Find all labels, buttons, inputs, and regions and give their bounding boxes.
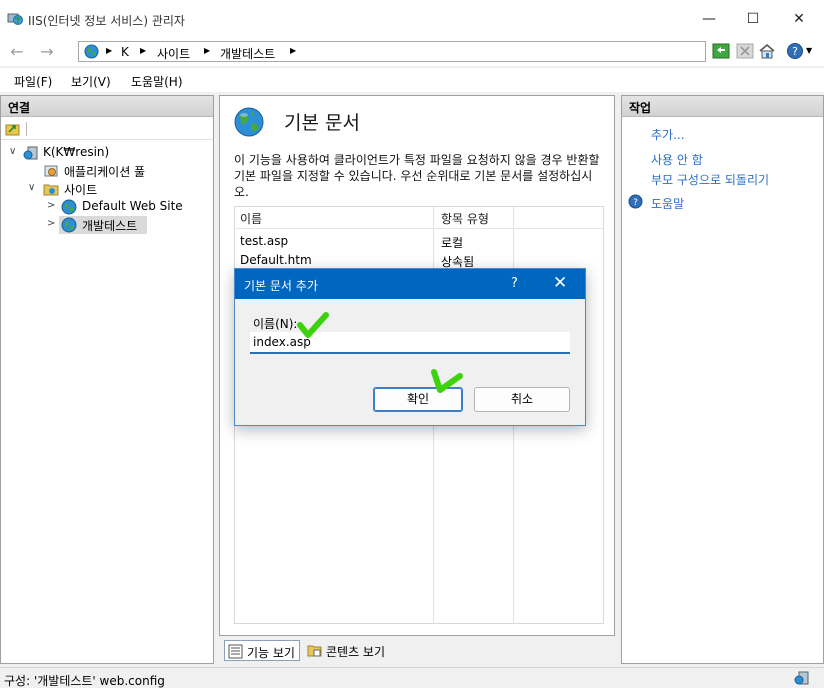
window-title: IIS(인터넷 정보 서비스) 관리자 <box>28 14 185 28</box>
dialog-help-button[interactable]: ? <box>511 276 518 291</box>
collapse-icon[interactable]: ∨ <box>28 182 38 193</box>
tab-features-view[interactable]: 기능 보기 <box>224 640 300 661</box>
tab-content-view[interactable]: 콘텐츠 보기 <box>304 640 389 661</box>
header-divider <box>235 228 603 229</box>
tab-label: 기능 보기 <box>247 646 295 660</box>
back-button[interactable]: ← <box>4 42 30 62</box>
minimize-button[interactable]: — <box>698 8 720 30</box>
breadcrumb-separator: ▶ <box>204 46 211 55</box>
tree-label-sites: 사이트 <box>64 183 98 197</box>
check-mark-icon <box>297 312 329 338</box>
dialog-titlebar: 기본 문서 추가 ? ✕ <box>235 269 585 299</box>
sites-folder-icon <box>43 184 59 196</box>
menu-help[interactable]: 도움말(H) <box>131 73 183 90</box>
action-revert-to-parent[interactable]: 부모 구성으로 되돌리기 <box>651 171 769 188</box>
action-help[interactable]: 도움말 <box>651 195 684 212</box>
column-header-entry-type[interactable]: 항목 유형 <box>441 210 489 227</box>
svg-text:?: ? <box>792 45 798 58</box>
connections-header: 연결 <box>1 96 213 117</box>
breadcrumb-separator: ▶ <box>106 46 113 55</box>
features-view-icon <box>228 644 243 659</box>
globe-icon <box>61 199 77 215</box>
view-tabs: 기능 보기 콘텐츠 보기 <box>222 640 522 662</box>
tree-node-server[interactable]: ∨ K(K₩resin) <box>1 144 213 162</box>
svg-text:?: ? <box>633 198 638 208</box>
connect-icon[interactable] <box>5 122 21 136</box>
tree-node-devtest[interactable]: > 개발테스트 <box>1 216 213 234</box>
tree-label-devtest: 개발테스트 <box>82 219 138 233</box>
action-disable[interactable]: 사용 안 함 <box>651 151 703 168</box>
close-button[interactable]: ✕ <box>788 8 810 30</box>
tree-node-app-pools[interactable]: 애플리케이션 풀 <box>1 162 213 180</box>
breadcrumb-separator: ▶ <box>290 46 297 55</box>
cancel-button[interactable]: 취소 <box>474 387 570 412</box>
server-icon <box>23 146 38 160</box>
breadcrumb-k[interactable]: K <box>121 45 129 59</box>
status-text: 구성: '개발테스트' web.config <box>4 674 165 688</box>
help-dropdown-icon[interactable]: ▼ <box>806 46 812 55</box>
app-pool-icon <box>44 165 58 177</box>
address-bar[interactable]: ▶ K ▶ 사이트 ▶ 개발테스트 ▶ <box>78 41 706 62</box>
refresh-icon[interactable] <box>712 42 730 60</box>
tree-node-default-web-site[interactable]: > Default Web Site <box>1 198 213 216</box>
collapse-icon[interactable]: ∨ <box>9 146 19 157</box>
expand-icon[interactable]: > <box>47 218 57 229</box>
feature-description: 이 기능을 사용하여 클라이언트가 특정 파일을 요청하지 않을 경우 반환할 … <box>234 153 600 199</box>
breadcrumb-sites[interactable]: 사이트 <box>157 45 190 62</box>
globe-icon <box>61 217 77 233</box>
help-icon[interactable]: ? <box>786 42 804 60</box>
check-mark-icon <box>431 369 463 393</box>
tab-label: 콘텐츠 보기 <box>326 645 386 659</box>
dialog-close-button[interactable]: ✕ <box>553 273 567 293</box>
menu-file[interactable]: 파일(F) <box>14 73 52 90</box>
forward-button[interactable]: → <box>34 42 60 62</box>
server-status-icon <box>794 671 809 685</box>
content-view-icon <box>307 645 322 657</box>
add-default-document-dialog: 기본 문서 추가 ? ✕ 이름(N): 확인 취소 <box>234 268 586 426</box>
globe-icon <box>84 44 99 59</box>
toolbar-divider <box>26 122 27 136</box>
row-name: Default.htm <box>240 253 312 267</box>
feature-title: 기본 문서 <box>284 112 360 134</box>
iis-app-icon <box>7 13 23 25</box>
navigation-bar: ← → ▶ K ▶ 사이트 ▶ 개발테스트 ▶ ? ▼ <box>0 38 824 66</box>
expand-icon[interactable]: > <box>47 200 57 211</box>
actions-header: 작업 <box>622 96 823 117</box>
connections-toolbar <box>1 118 213 140</box>
help-icon: ? <box>628 194 643 209</box>
stop-icon[interactable] <box>736 42 754 60</box>
row-name: test.asp <box>240 234 289 248</box>
home-icon[interactable] <box>758 42 776 60</box>
dialog-title: 기본 문서 추가 <box>244 279 318 293</box>
window-titlebar: IIS(인터넷 정보 서비스) 관리자 — ☐ ✕ <box>0 0 824 38</box>
row-entry-type: 로컬 <box>441 236 464 250</box>
actions-panel: 작업 추가... 사용 안 함 부모 구성으로 되돌리기 ? 도움말 <box>621 95 824 664</box>
action-add[interactable]: 추가... <box>651 126 685 143</box>
tree-label-default-web-site: Default Web Site <box>82 199 183 213</box>
default-document-globe-icon <box>234 107 264 137</box>
status-bar: 구성: '개발테스트' web.config <box>0 667 824 688</box>
breadcrumb-devtest[interactable]: 개발테스트 <box>220 45 275 62</box>
tree-node-sites[interactable]: ∨ 사이트 <box>1 180 213 198</box>
column-header-name[interactable]: 이름 <box>240 210 262 227</box>
menu-view[interactable]: 보기(V) <box>71 73 111 90</box>
menu-bar: 파일(F) 보기(V) 도움말(H) <box>0 68 824 92</box>
tree-label-server: K(K₩resin) <box>43 145 110 159</box>
tree-label-app-pools: 애플리케이션 풀 <box>64 165 146 179</box>
name-label: 이름(N): <box>253 317 298 331</box>
breadcrumb-separator: ▶ <box>140 46 147 55</box>
maximize-button[interactable]: ☐ <box>742 8 764 30</box>
connections-panel: 연결 ∨ K(K₩resin) 애플리케이션 풀 ∨ 사이트 > Default… <box>0 95 214 664</box>
